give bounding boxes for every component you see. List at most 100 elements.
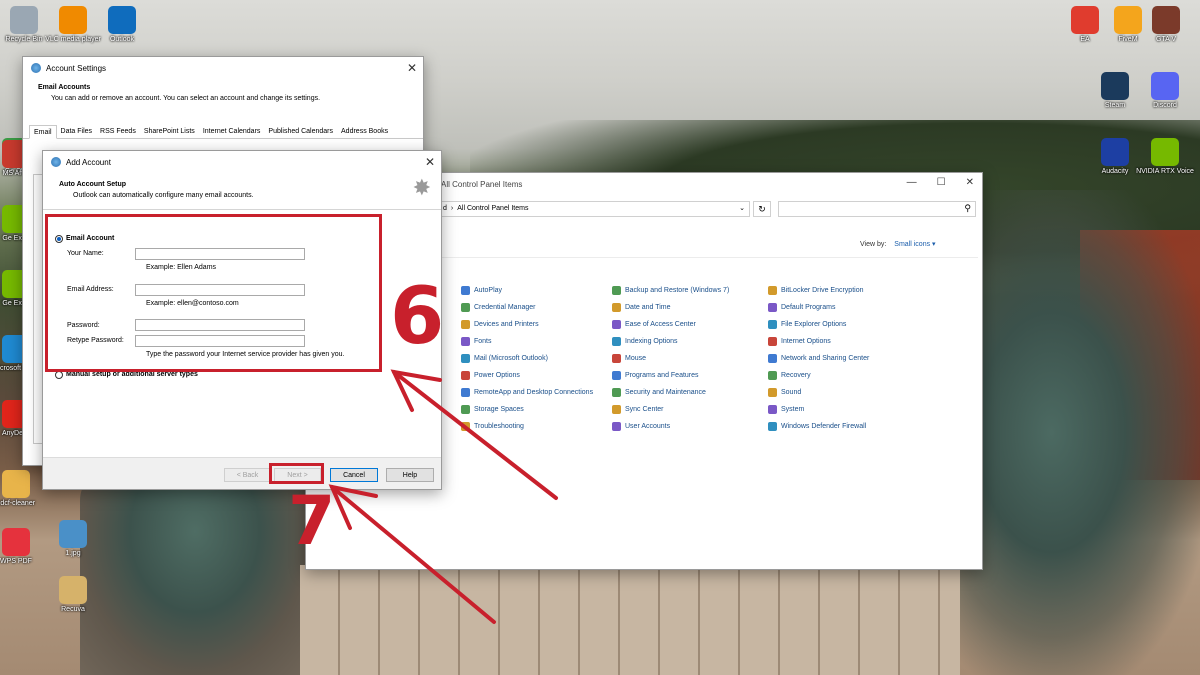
control-panel-item[interactable]: Fonts xyxy=(461,337,492,346)
vlc-icon xyxy=(59,6,87,34)
desktop-icon[interactable]: Outlook xyxy=(92,6,152,44)
control-panel-item-icon xyxy=(768,388,777,397)
control-panel-item[interactable]: Ease of Access Center xyxy=(612,320,696,329)
desktop-icon[interactable]: xdcf-cleaner xyxy=(0,470,46,508)
address-dropdown-icon[interactable]: ⌄ xyxy=(739,204,745,212)
control-panel-item-icon xyxy=(612,320,621,329)
control-panel-item-label: Default Programs xyxy=(781,304,836,311)
control-panel-item[interactable]: Mouse xyxy=(612,354,646,363)
control-panel-item-icon xyxy=(768,354,777,363)
add-account-icon xyxy=(51,157,61,167)
control-panel-item[interactable]: RemoteApp and Desktop Connections xyxy=(461,388,593,397)
control-panel-item[interactable]: Windows Defender Firewall xyxy=(768,422,866,431)
desktop-icon[interactable]: NVIDIA RTX Voice xyxy=(1135,138,1195,176)
maximize-icon[interactable]: ☐ xyxy=(937,177,946,188)
account-settings-titlebar[interactable]: Account Settings xyxy=(23,57,423,79)
annotation-box-next-button xyxy=(269,463,324,484)
account-settings-close-icon[interactable]: ✕ xyxy=(407,61,417,75)
tab-address-books[interactable]: Address Books xyxy=(337,125,392,138)
control-panel-item[interactable]: AutoPlay xyxy=(461,286,502,295)
recycle-bin-icon xyxy=(10,6,38,34)
control-panel-item-label: Devices and Printers xyxy=(474,321,539,328)
auto-setup-subheading: Outlook can automatically configure many… xyxy=(73,192,254,199)
close-icon[interactable]: ✕ xyxy=(966,177,974,188)
tab-rss-feeds[interactable]: RSS Feeds xyxy=(96,125,140,138)
control-panel-item-label: Storage Spaces xyxy=(474,406,524,413)
address-prefix: d xyxy=(443,205,447,212)
control-panel-item-label: Mail (Microsoft Outlook) xyxy=(474,355,548,362)
add-account-titlebar[interactable]: Add Account xyxy=(43,151,441,173)
tab-internet-calendars[interactable]: Internet Calendars xyxy=(199,125,265,138)
annotation-box-email-account xyxy=(45,214,382,372)
auto-setup-heading: Auto Account Setup xyxy=(59,181,127,188)
control-panel-item[interactable]: Sync Center xyxy=(612,405,664,414)
control-panel-item-label: Backup and Restore (Windows 7) xyxy=(625,287,730,294)
cursor-click-icon: ✸ xyxy=(412,175,431,200)
control-panel-item-icon xyxy=(461,422,470,431)
control-panel-item[interactable]: Security and Maintenance xyxy=(612,388,706,397)
control-panel-item-icon xyxy=(461,303,470,312)
control-panel-item-label: Credential Manager xyxy=(474,304,536,311)
add-account-close-icon[interactable]: ✕ xyxy=(425,155,435,169)
control-panel-item-icon xyxy=(612,371,621,380)
control-panel-item-icon xyxy=(768,422,777,431)
control-panel-item[interactable]: Programs and Features xyxy=(612,371,699,380)
image-file-icon xyxy=(59,520,87,548)
desktop-icon[interactable]: GTA V xyxy=(1136,6,1196,44)
control-panel-item[interactable]: File Explorer Options xyxy=(768,320,846,329)
control-panel-item[interactable]: Default Programs xyxy=(768,303,835,312)
control-panel-item[interactable]: Credential Manager xyxy=(461,303,535,312)
divider xyxy=(438,257,978,258)
desktop-icon-label: Recuva xyxy=(61,606,85,613)
tab-published-calendars[interactable]: Published Calendars xyxy=(264,125,337,138)
control-panel-item[interactable]: Backup and Restore (Windows 7) xyxy=(612,286,729,295)
desktop-icon-label: 1.jpg xyxy=(65,550,81,557)
wallpaper-pier xyxy=(300,565,960,675)
desktop-icon-label: Discord xyxy=(1153,102,1177,109)
archive-icon xyxy=(2,470,30,498)
control-panel-item[interactable]: Troubleshooting xyxy=(461,422,524,431)
cancel-button[interactable]: Cancel xyxy=(330,468,378,482)
control-panel-item-icon xyxy=(461,388,470,397)
back-button[interactable]: < Back xyxy=(224,468,271,482)
address-bar[interactable]: d › All Control Panel Items ⌄ xyxy=(438,201,750,217)
annotation-step-6: 6 xyxy=(390,272,445,362)
control-panel-item[interactable]: System xyxy=(768,405,804,414)
control-panel-item-icon xyxy=(461,286,470,295)
recuva-icon xyxy=(59,576,87,604)
gta-icon xyxy=(1152,6,1180,34)
control-panel-item-label: File Explorer Options xyxy=(781,321,847,328)
search-icon: ⚲ xyxy=(964,203,971,213)
control-panel-item[interactable]: Recovery xyxy=(768,371,811,380)
view-by-dropdown[interactable]: Small icons xyxy=(894,241,930,248)
control-panel-item-label: Network and Sharing Center xyxy=(781,355,870,362)
control-panel-title: All Control Panel Items xyxy=(441,179,523,189)
control-panel-item-label: AutoPlay xyxy=(474,287,503,294)
control-panel-item[interactable]: Date and Time xyxy=(612,303,671,312)
desktop-icon[interactable]: Recuva xyxy=(43,576,103,614)
minimize-icon[interactable]: — xyxy=(907,177,917,188)
control-panel-item[interactable]: Indexing Options xyxy=(612,337,678,346)
desktop-icon[interactable]: Discord xyxy=(1135,72,1195,110)
desktop-icon-label: GTA V xyxy=(1155,36,1177,43)
control-panel-item[interactable]: BitLocker Drive Encryption xyxy=(768,286,863,295)
control-panel-item[interactable]: Internet Options xyxy=(768,337,831,346)
control-panel-item[interactable]: Sound xyxy=(768,388,801,397)
control-panel-item[interactable]: Power Options xyxy=(461,371,520,380)
refresh-button[interactable]: ↻ xyxy=(753,201,771,217)
control-panel-item-icon xyxy=(768,405,777,414)
control-panel-item[interactable]: Network and Sharing Center xyxy=(768,354,869,363)
control-panel-item[interactable]: Storage Spaces xyxy=(461,405,524,414)
tab-email[interactable]: Email xyxy=(29,125,57,139)
control-panel-item[interactable]: Mail (Microsoft Outlook) xyxy=(461,354,548,363)
help-button[interactable]: Help xyxy=(386,468,434,482)
control-panel-item[interactable]: User Accounts xyxy=(612,422,670,431)
control-panel-item[interactable]: Devices and Printers xyxy=(461,320,539,329)
tab-data-files[interactable]: Data Files xyxy=(57,125,97,138)
desktop-icon[interactable]: 1.jpg xyxy=(43,520,103,558)
tab-sharepoint-lists[interactable]: SharePoint Lists xyxy=(140,125,199,138)
desktop-icon[interactable]: WPS PDF xyxy=(0,528,46,566)
control-panel-item-label: Sync Center xyxy=(625,406,664,413)
search-input[interactable]: ⚲ xyxy=(778,201,976,217)
manual-setup-radio[interactable] xyxy=(55,371,63,379)
